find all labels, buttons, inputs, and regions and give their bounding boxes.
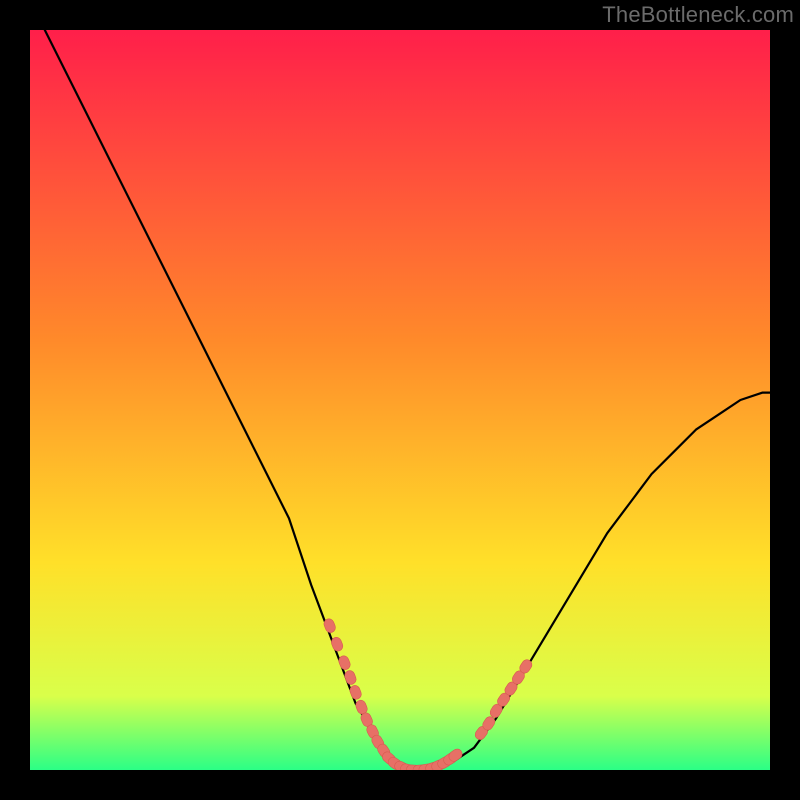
chart-container: TheBottleneck.com bbox=[0, 0, 800, 800]
plot-area bbox=[30, 30, 770, 770]
gradient-background bbox=[30, 30, 770, 770]
watermark-text: TheBottleneck.com bbox=[602, 2, 794, 28]
chart-svg bbox=[30, 30, 770, 770]
